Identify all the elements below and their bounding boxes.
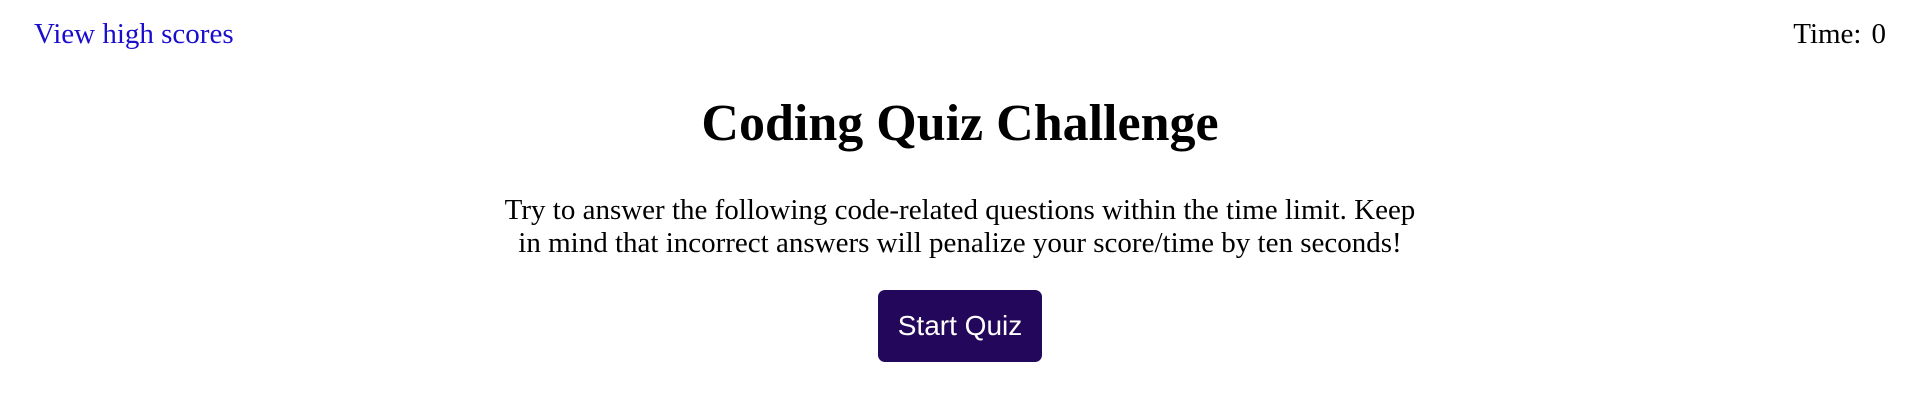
start-screen: Coding Quiz Challenge Try to answer the … (0, 92, 1920, 362)
quiz-instructions: Try to answer the following code-related… (504, 194, 1416, 259)
page-title: Coding Quiz Challenge (701, 95, 1219, 152)
timer-value: 0 (1871, 17, 1887, 50)
top-bar: View high scores Time: 0 (34, 14, 1886, 54)
timer-label: Time: (1793, 17, 1862, 50)
start-quiz-button[interactable]: Start Quiz (877, 290, 1043, 362)
quiz-page: View high scores Time: 0 Coding Quiz Cha… (0, 0, 1920, 417)
timer: Time: 0 (1793, 18, 1886, 51)
view-high-scores-link[interactable]: View high scores (34, 18, 234, 51)
